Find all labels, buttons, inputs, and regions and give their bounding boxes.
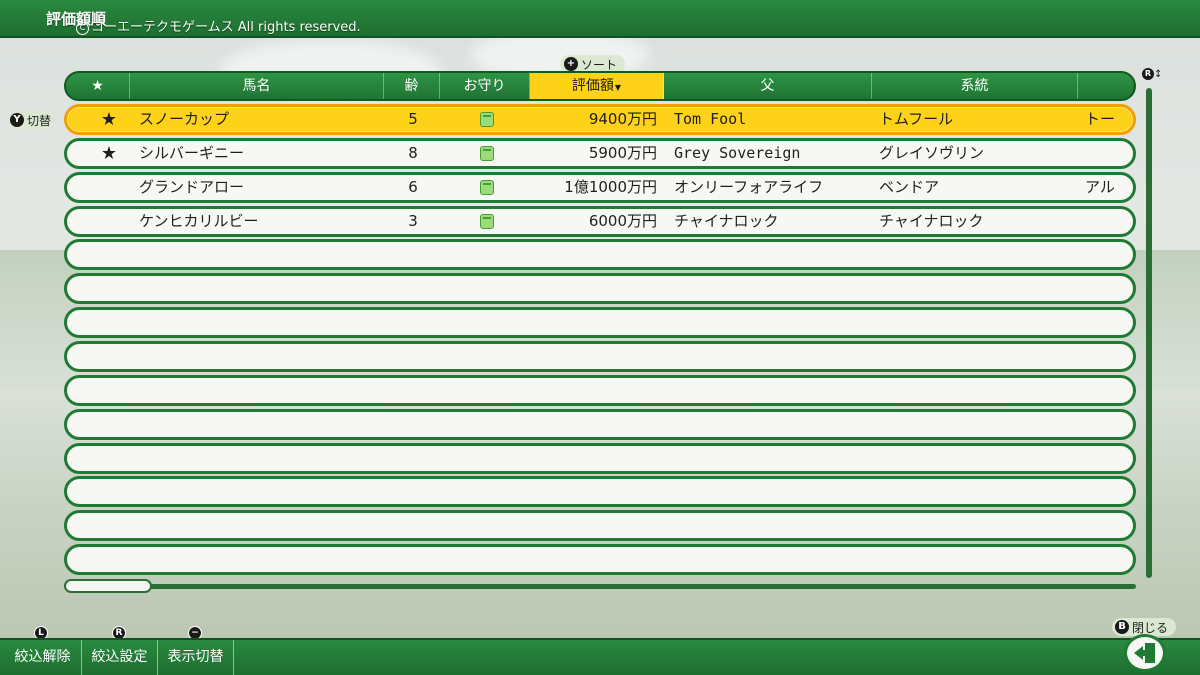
toggle-label: 切替 bbox=[27, 113, 52, 128]
top-bar: 評価額順 C コーエーテクモゲームス All rights reserved. bbox=[0, 0, 1200, 38]
horse-extra bbox=[1085, 141, 1133, 166]
empty-row[interactable] bbox=[64, 307, 1136, 339]
plus-button-icon: + bbox=[564, 57, 578, 71]
horse-value: 5900万円 bbox=[588, 143, 657, 162]
horse-row[interactable]: ケンヒカリルビー 3 6000万円 チャイナロック チャイナロック bbox=[64, 205, 1136, 237]
bottom-bar: 絞込解除 絞込設定 表示切替 bbox=[0, 638, 1200, 675]
empty-row[interactable] bbox=[64, 510, 1136, 542]
horse-name: シルバーギニー bbox=[139, 143, 245, 162]
column-header-value[interactable]: 評価額▼ bbox=[530, 73, 664, 99]
b-button-icon: B bbox=[1115, 620, 1129, 634]
charm-icon bbox=[480, 145, 494, 161]
favorite-star-icon: ★ bbox=[100, 142, 118, 164]
horse-age: 6 bbox=[408, 177, 418, 196]
horse-extra: トー bbox=[1085, 110, 1116, 128]
column-header-sire[interactable]: 父 bbox=[664, 73, 872, 99]
filter-settings-button[interactable]: 絞込設定 bbox=[82, 640, 158, 675]
clear-filter-button[interactable]: 絞込解除 bbox=[4, 640, 82, 675]
charm-icon bbox=[480, 179, 494, 195]
column-header-favorite[interactable]: ★ bbox=[66, 73, 130, 99]
vertical-scrollbar-track[interactable] bbox=[1146, 88, 1152, 578]
empty-row[interactable] bbox=[64, 273, 1136, 305]
charm-icon bbox=[480, 112, 494, 127]
exit-door-icon bbox=[1134, 643, 1155, 663]
horse-age: 3 bbox=[408, 211, 418, 230]
charm-cell bbox=[443, 141, 531, 166]
close-label: 閉じる bbox=[1132, 620, 1169, 635]
horse-name: グランドアロー bbox=[139, 177, 245, 196]
horse-value: 9400万円 bbox=[588, 110, 657, 128]
horse-bloodline: グレイソヴリン bbox=[879, 143, 985, 162]
y-button-icon: Y bbox=[10, 113, 24, 127]
favorite-star-icon: ★ bbox=[100, 109, 118, 130]
horse-row[interactable]: ★ シルバーギニー 8 5900万円 Grey Sovereign グレイソヴリン bbox=[64, 137, 1136, 169]
toggle-hint[interactable]: Y 切替 bbox=[8, 111, 56, 129]
charm-cell bbox=[443, 175, 531, 200]
horse-bloodline: チャイナロック bbox=[879, 211, 984, 230]
empty-row[interactable] bbox=[64, 340, 1136, 372]
horse-value: 6000万円 bbox=[588, 211, 657, 230]
horse-sire: チャイナロック bbox=[674, 211, 779, 230]
horse-sire: Grey Sovereign bbox=[674, 143, 801, 162]
charm-icon bbox=[480, 213, 494, 229]
exit-button[interactable] bbox=[1124, 634, 1166, 672]
column-header-line[interactable]: 系統 bbox=[872, 73, 1078, 99]
horse-name: ケンヒカリルビー bbox=[139, 211, 259, 230]
horse-extra: アル bbox=[1085, 177, 1115, 196]
empty-row[interactable] bbox=[64, 476, 1136, 508]
sort-descending-icon: ▼ bbox=[614, 83, 622, 92]
horse-extra bbox=[1085, 209, 1133, 234]
horse-name: スノーカップ bbox=[139, 110, 230, 128]
empty-row[interactable] bbox=[64, 442, 1136, 474]
horse-bloodline: トムフール bbox=[879, 110, 954, 128]
horse-row[interactable]: ★ スノーカップ 5 9400万円 Tom Fool トムフール トー bbox=[64, 104, 1136, 135]
horse-bloodline: ベンドア bbox=[879, 177, 940, 196]
toggle-display-button[interactable]: 表示切替 bbox=[158, 640, 234, 675]
horse-age: 5 bbox=[408, 110, 418, 128]
horizontal-scrollbar-track[interactable] bbox=[64, 584, 1136, 589]
charm-cell bbox=[443, 107, 531, 132]
column-header-extra bbox=[1078, 73, 1134, 99]
sort-label: ソート bbox=[581, 57, 618, 72]
r-stick-icon: R bbox=[1142, 68, 1154, 80]
horse-sire: オンリーフォアライフ bbox=[674, 177, 824, 196]
vertical-scroll-hint: R ↕ bbox=[1142, 68, 1162, 80]
column-header-age[interactable]: 齢 bbox=[384, 73, 440, 99]
empty-row[interactable] bbox=[64, 408, 1136, 440]
column-header-value-label: 評価額 bbox=[571, 78, 614, 94]
empty-row[interactable] bbox=[64, 374, 1136, 406]
updown-arrows-icon: ↕ bbox=[1154, 68, 1163, 80]
table-header: ★ 馬名 齢 お守り 評価額▼ 父 系統 bbox=[64, 71, 1136, 101]
column-header-charm[interactable]: お守り bbox=[440, 73, 530, 99]
empty-row[interactable] bbox=[64, 239, 1136, 271]
empty-row[interactable] bbox=[64, 544, 1136, 576]
horse-value: 1億1000万円 bbox=[564, 177, 657, 196]
favorite-star-icon bbox=[85, 175, 133, 200]
horizontal-scrollbar-thumb[interactable] bbox=[64, 579, 152, 593]
copyright-icon: C bbox=[76, 22, 89, 35]
copyright-text: コーエーテクモゲームス All rights reserved. bbox=[91, 20, 361, 35]
favorite-star-icon bbox=[85, 209, 133, 234]
horse-row[interactable]: グランドアロー 6 1億1000万円 オンリーフォアライフ ベンドア アル bbox=[64, 171, 1136, 203]
copyright-notice: C コーエーテクモゲームス All rights reserved. bbox=[76, 16, 361, 35]
column-header-name[interactable]: 馬名 bbox=[130, 73, 384, 99]
horse-age: 8 bbox=[408, 143, 418, 162]
horse-sire: Tom Fool bbox=[674, 110, 747, 128]
charm-cell bbox=[443, 209, 531, 234]
